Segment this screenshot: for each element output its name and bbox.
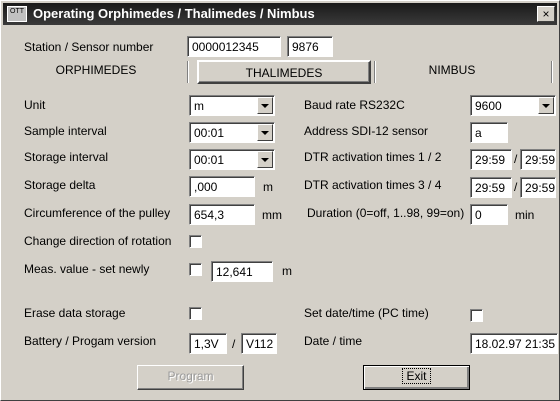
close-icon[interactable]: × <box>537 6 555 22</box>
tab-thalimedes[interactable]: THALIMEDES <box>197 60 371 84</box>
dtr-34-separator: / <box>514 180 518 194</box>
set-datetime-label: Set date/time (PC time) <box>304 306 429 320</box>
sdi-address-field[interactable]: a <box>470 122 508 143</box>
program-button[interactable]: Program <box>137 365 244 390</box>
dtr-time-3-field[interactable]: 29:59 <box>470 177 512 198</box>
chevron-down-icon[interactable] <box>257 151 273 168</box>
storage-interval-value: 00:01 <box>194 153 225 167</box>
storage-interval-label: Storage interval <box>24 150 109 164</box>
meas-value-unit: m <box>282 264 292 278</box>
chevron-down-icon[interactable] <box>538 97 554 114</box>
meas-value-field[interactable]: 12,641 <box>211 261 273 282</box>
tab-nimbus[interactable]: NIMBUS <box>417 59 487 83</box>
tab-separator <box>551 61 553 83</box>
baud-rate-label: Baud rate RS232C <box>304 98 405 112</box>
sample-interval-value: 00:01 <box>194 126 225 140</box>
erase-storage-label: Erase data storage <box>24 306 126 320</box>
circumference-label: Circumference of the pulley <box>24 206 171 220</box>
dtr-time-4-field[interactable]: 29:59 <box>520 177 556 198</box>
storage-interval-select[interactable]: 00:01 <box>189 149 275 170</box>
battery-version-label: Battery / Progam version <box>24 334 157 348</box>
exit-button-label: Exit <box>402 368 431 384</box>
meas-value-label: Meas. value - set newly <box>24 262 150 276</box>
exit-button[interactable]: Exit <box>363 365 470 390</box>
tab-orphimedes[interactable]: ORPHIMEDES <box>41 59 151 83</box>
circumference-field[interactable]: 654,3 <box>189 204 255 225</box>
storage-delta-label: Storage delta <box>24 178 96 192</box>
duration-label: Duration (0=off, 1..98, 99=on) <box>307 206 465 220</box>
duration-field[interactable]: 0 <box>470 204 508 225</box>
operating-window: OTT Operating Orphimedes / Thalimedes / … <box>0 0 560 401</box>
erase-storage-checkbox[interactable] <box>189 307 202 320</box>
chevron-down-icon[interactable] <box>257 124 273 141</box>
title-bar[interactable]: OTT Operating Orphimedes / Thalimedes / … <box>3 3 557 25</box>
change-direction-label: Change direction of rotation <box>24 234 172 248</box>
tab-separator <box>187 61 189 83</box>
dtr-12-label: DTR activation times 1 / 2 <box>304 150 442 164</box>
baud-rate-select[interactable]: 9600 <box>470 95 556 116</box>
battery-field[interactable]: 1,3V <box>189 333 227 354</box>
battery-version-separator: / <box>232 337 236 351</box>
set-datetime-checkbox[interactable] <box>470 309 483 322</box>
station-label: Station / Sensor number <box>24 40 154 54</box>
dtr-time-2-field[interactable]: 29:59 <box>520 149 556 170</box>
dtr-34-label: DTR activation times 3 / 4 <box>304 178 442 192</box>
change-direction-checkbox[interactable] <box>189 235 202 248</box>
program-button-label: Program <box>167 369 214 383</box>
sdi-address-label: Address SDI-12 sensor <box>304 124 429 138</box>
station-number-field[interactable]: 0000012345 <box>187 36 281 57</box>
tab-separator <box>374 61 376 83</box>
unit-label: Unit <box>24 98 46 112</box>
unit-select[interactable]: m <box>189 95 275 116</box>
sensor-number-field[interactable]: 9876 <box>287 36 333 57</box>
window-title: Operating Orphimedes / Thalimedes / Nimb… <box>33 6 315 21</box>
program-version-field[interactable]: V112 <box>241 333 277 354</box>
storage-delta-field[interactable]: ,000 <box>189 176 255 197</box>
dtr-12-separator: / <box>514 152 518 166</box>
sample-interval-label: Sample interval <box>24 124 107 138</box>
circumference-unit: mm <box>262 208 282 222</box>
sample-interval-select[interactable]: 00:01 <box>189 122 275 143</box>
meas-value-checkbox[interactable] <box>189 263 202 276</box>
datetime-field[interactable]: 18.02.97 21:35 <box>470 333 558 354</box>
duration-unit: min <box>515 208 535 222</box>
unit-select-value: m <box>194 99 204 113</box>
chevron-down-icon[interactable] <box>257 97 273 114</box>
baud-rate-value: 9600 <box>475 99 502 113</box>
app-icon: OTT <box>7 6 27 22</box>
datetime-label: Date / time <box>304 334 363 348</box>
storage-delta-unit: m <box>263 180 273 194</box>
dtr-time-1-field[interactable]: 29:59 <box>470 149 512 170</box>
